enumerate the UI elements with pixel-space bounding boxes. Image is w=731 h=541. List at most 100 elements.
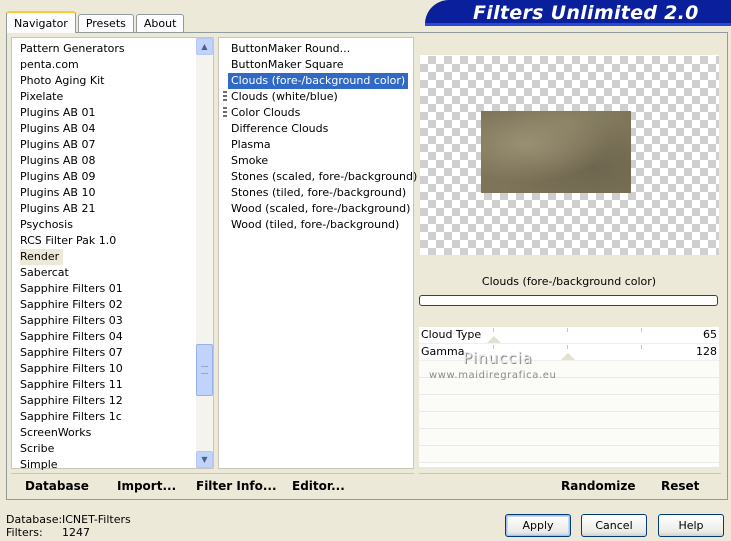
category-item-label: Pattern Generators	[20, 42, 125, 55]
filter-item[interactable]: ButtonMaker Square	[231, 57, 411, 73]
category-item-label: Sabercat	[20, 266, 69, 279]
control-value: 128	[696, 345, 717, 358]
category-item[interactable]: Sapphire Filters 10	[20, 361, 195, 377]
marker-icon	[223, 91, 227, 103]
category-item[interactable]: Sapphire Filters 12	[20, 393, 195, 409]
filter-list: ButtonMaker Round... ButtonMaker Square Cl…	[218, 37, 417, 469]
category-item[interactable]: Psychosis	[20, 217, 195, 233]
control-cloud-type[interactable]: Cloud Type 65	[419, 327, 719, 344]
category-item[interactable]: ScreenWorks	[20, 425, 195, 441]
help-button[interactable]: Help	[658, 514, 724, 537]
control-gamma[interactable]: Gamma 128	[419, 344, 719, 361]
navigator-actions: Database Import... Filter Info... Editor…	[11, 473, 414, 497]
import-button[interactable]: Import...	[117, 479, 176, 493]
slider-knob[interactable]	[561, 353, 575, 360]
slider-tick	[641, 328, 642, 332]
category-item[interactable]: Pixelate	[20, 89, 195, 105]
category-item[interactable]: Scribe	[20, 441, 195, 457]
apply-button[interactable]: Apply	[505, 514, 571, 537]
filter-item[interactable]: Stones (scaled, fore-/background)	[231, 169, 417, 185]
category-item[interactable]: Pattern Generators	[20, 41, 195, 57]
category-item[interactable]: Plugins AB 10	[20, 185, 195, 201]
tab-presets[interactable]: Presets	[77, 14, 134, 32]
tab-navigator[interactable]: Navigator	[6, 11, 76, 33]
editor-button[interactable]: Editor...	[292, 479, 345, 493]
preview-panel: Clouds (fore-/background color) Cloud Ty…	[419, 37, 721, 497]
database-label: Database:	[6, 513, 63, 526]
category-item[interactable]: Sapphire Filters 03	[20, 313, 195, 329]
control-empty	[419, 361, 719, 378]
category-item[interactable]: penta.com	[20, 57, 195, 73]
category-item[interactable]: Sabercat	[20, 265, 195, 281]
database-button[interactable]: Database	[25, 479, 89, 493]
filter-item[interactable]: Clouds (fore-/background color)	[228, 73, 411, 89]
category-item[interactable]: Sapphire Filters 11	[20, 377, 195, 393]
filter-item-label: ButtonMaker Square	[231, 58, 344, 71]
category-item[interactable]: Photo Aging Kit	[20, 73, 195, 89]
category-item[interactable]: Plugins AB 21	[20, 201, 195, 217]
control-value: 65	[703, 328, 717, 341]
filter-item[interactable]: Wood (tiled, fore-/background)	[231, 217, 411, 233]
preview-actions: Randomize Reset	[419, 473, 721, 497]
category-list: Pattern Generators penta.com Photo Aging K…	[11, 37, 214, 471]
tab-about[interactable]: About	[135, 14, 185, 32]
filter-item[interactable]: Color Clouds	[223, 105, 411, 121]
category-item[interactable]: Sapphire Filters 04	[20, 329, 195, 345]
category-item[interactable]: Plugins AB 08	[20, 153, 195, 169]
filter-item-label: Clouds (white/blue)	[231, 90, 338, 103]
marker-icon	[223, 107, 227, 119]
category-item[interactable]: Plugins AB 04	[20, 121, 195, 137]
category-item-label: Sapphire Filters 04	[20, 330, 123, 343]
filter-item[interactable]: Stones (tiled, fore-/background)	[231, 185, 411, 201]
scroll-thumb[interactable]	[196, 344, 213, 396]
filter-item[interactable]: Clouds (white/blue)	[223, 89, 411, 105]
category-item-label: Sapphire Filters 03	[20, 314, 123, 327]
chevron-up-icon: ▲	[201, 42, 208, 51]
database-value: ICNET-Filters	[62, 513, 131, 526]
control-empty	[419, 378, 719, 395]
control-label: Cloud Type	[421, 328, 482, 341]
category-item[interactable]: RCS Filter Pak 1.0	[20, 233, 195, 249]
category-item-label: Sapphire Filters 12	[20, 394, 123, 407]
category-item-label: Sapphire Filters 1c	[20, 410, 122, 423]
filter-info-button[interactable]: Filter Info...	[196, 479, 277, 493]
category-item[interactable]: Render	[20, 249, 195, 265]
category-item-label: Sapphire Filters 10	[20, 362, 123, 375]
control-empty	[419, 446, 719, 463]
category-item-label: Plugins AB 09	[20, 170, 96, 183]
scroll-up-button[interactable]: ▲	[196, 38, 213, 55]
filter-item[interactable]: Plasma	[231, 137, 411, 153]
reset-button[interactable]: Reset	[661, 479, 699, 493]
control-empty	[419, 429, 719, 446]
category-item-label: Sapphire Filters 07	[20, 346, 123, 359]
slider-tick	[567, 328, 568, 332]
filter-item-label: Smoke	[231, 154, 269, 167]
category-item[interactable]: Sapphire Filters 02	[20, 297, 195, 313]
category-item-label: Plugins AB 04	[20, 122, 96, 135]
category-item[interactable]: Sapphire Filters 01	[20, 281, 195, 297]
category-item[interactable]: Sapphire Filters 07	[20, 345, 195, 361]
control-empty	[419, 395, 719, 412]
cancel-button[interactable]: Cancel	[581, 514, 647, 537]
filter-item[interactable]: ButtonMaker Round...	[231, 41, 411, 57]
slider-knob[interactable]	[487, 336, 501, 343]
category-item-label: Pixelate	[20, 90, 64, 103]
randomize-button[interactable]: Randomize	[561, 479, 635, 493]
category-item[interactable]: Plugins AB 07	[20, 137, 195, 153]
category-item-label: ScreenWorks	[20, 426, 92, 439]
category-item[interactable]: Plugins AB 01	[20, 105, 195, 121]
control-label: Gamma	[421, 345, 465, 358]
filter-item-label: Wood (tiled, fore-/background)	[231, 218, 400, 231]
filter-item-label: Plasma	[231, 138, 271, 151]
status-area: Database:ICNET-Filters Filters: 1247	[6, 513, 131, 539]
filter-item[interactable]: Wood (scaled, fore-/background)	[231, 201, 411, 217]
filter-item[interactable]: Smoke	[231, 153, 411, 169]
scroll-down-button[interactable]: ▼	[196, 451, 213, 468]
category-item[interactable]: Sapphire Filters 1c	[20, 409, 195, 425]
category-scrollbar[interactable]: ▲ ▼	[196, 38, 213, 468]
category-item-label: penta.com	[20, 58, 79, 71]
category-item[interactable]: Plugins AB 09	[20, 169, 195, 185]
filter-item[interactable]: Difference Clouds	[231, 121, 411, 137]
category-item[interactable]: Simple	[20, 457, 195, 473]
category-item-label: Render	[20, 249, 64, 265]
